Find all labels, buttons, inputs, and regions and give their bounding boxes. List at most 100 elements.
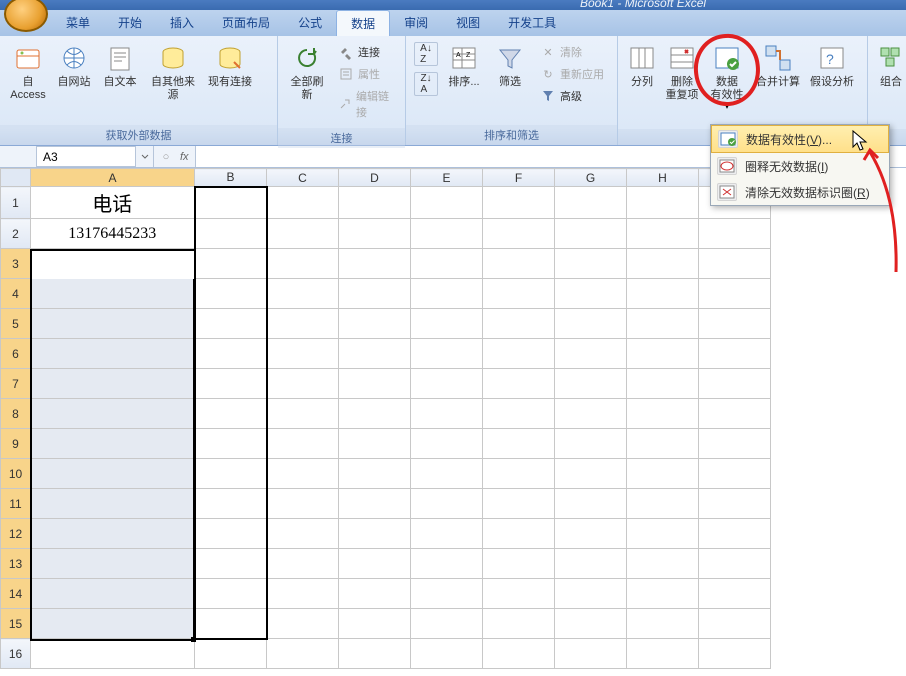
clear-filter-button[interactable]: ✕ 清除	[536, 42, 608, 62]
group-external-data-label: 获取外部数据	[0, 125, 277, 145]
clear-filter-label: 清除	[560, 44, 582, 60]
row-header-13[interactable]: 13	[1, 549, 31, 579]
office-button[interactable]	[4, 0, 48, 32]
validation-label: 数据 有效性	[711, 76, 744, 102]
fx-icon[interactable]: fx	[180, 151, 189, 163]
data-validation-button[interactable]: 数据 有效性 ▾	[704, 40, 750, 113]
edit-links-icon	[338, 96, 352, 112]
consolidate-button[interactable]: 合并计算	[752, 40, 804, 91]
tab-home[interactable]: 开始	[104, 10, 156, 36]
properties-label: 属性	[358, 66, 380, 82]
tab-developer[interactable]: 开发工具	[494, 10, 570, 36]
sort-desc-button[interactable]: Z↓A	[414, 72, 438, 96]
row-header-3[interactable]: 3	[1, 249, 31, 279]
filter-button[interactable]: 筛选	[488, 40, 532, 91]
dedup-icon	[666, 42, 698, 74]
row-header-11[interactable]: 11	[1, 489, 31, 519]
edit-links-button[interactable]: 编辑链接	[334, 86, 397, 122]
from-web-button[interactable]: 自网站	[52, 40, 96, 91]
svg-text:A: A	[456, 52, 461, 59]
connections-label: 连接	[358, 44, 380, 60]
group-icon	[875, 42, 906, 74]
name-box[interactable]: A3	[36, 146, 136, 167]
cell-A1[interactable]: 电话	[31, 187, 195, 219]
row-header-15[interactable]: 15	[1, 609, 31, 639]
tab-formulas[interactable]: 公式	[284, 10, 336, 36]
sort-asc-button[interactable]: A↓Z	[414, 42, 438, 66]
row-header-6[interactable]: 6	[1, 339, 31, 369]
tab-data[interactable]: 数据	[336, 10, 390, 36]
dedup-label: 删除 重复项	[666, 76, 699, 102]
existing-conn-button[interactable]: 现有连接	[204, 40, 256, 91]
svg-text:Z: Z	[466, 52, 471, 59]
properties-button[interactable]: 属性	[334, 64, 397, 84]
web-icon	[58, 42, 90, 74]
col-header-E[interactable]: E	[411, 169, 483, 187]
tab-pagelayout[interactable]: 页面布局	[208, 10, 284, 36]
group-label: 组合	[880, 76, 902, 89]
cell-A2[interactable]: 13176445233	[31, 219, 195, 249]
refresh-icon	[291, 42, 323, 74]
group-button[interactable]: 组合	[874, 40, 906, 91]
advanced-filter-label: 高级	[560, 88, 582, 104]
row-header-4[interactable]: 4	[1, 279, 31, 309]
cell-C1[interactable]	[267, 187, 339, 219]
col-header-F[interactable]: F	[483, 169, 555, 187]
tab-view[interactable]: 视图	[442, 10, 494, 36]
whatif-button[interactable]: ? 假设分析	[806, 40, 858, 91]
svg-text:?: ?	[826, 51, 834, 67]
group-sort-filter: A↓Z Z↓A AZ 排序... 筛选 ✕ 清除 ↻	[406, 36, 618, 145]
sort-desc-icon: Z↓A	[420, 73, 431, 95]
access-icon	[12, 42, 44, 74]
col-header-B[interactable]: B	[195, 169, 267, 187]
group-connections: 全部刷新 连接 属性 编辑链接 连接	[278, 36, 406, 145]
select-all-corner[interactable]	[1, 169, 31, 187]
row-header-10[interactable]: 10	[1, 459, 31, 489]
cell-A3[interactable]	[31, 249, 195, 279]
refresh-all-button[interactable]: 全部刷新	[284, 40, 330, 104]
col-header-C[interactable]: C	[267, 169, 339, 187]
from-other-button[interactable]: 自其他来源	[144, 40, 202, 104]
menu-data-validation[interactable]: 数据有效性(V)...	[711, 125, 889, 153]
from-text-button[interactable]: 自文本	[98, 40, 142, 91]
col-header-A[interactable]: A	[31, 169, 195, 187]
col-header-D[interactable]: D	[339, 169, 411, 187]
circle-icon	[717, 157, 737, 175]
refresh-all-label: 全部刷新	[286, 76, 328, 102]
clear-icon: ✕	[540, 44, 556, 60]
properties-icon	[338, 66, 354, 82]
row-header-14[interactable]: 14	[1, 579, 31, 609]
from-access-button[interactable]: 自 Access	[6, 40, 50, 104]
connections-button[interactable]: 连接	[334, 42, 397, 62]
row-header-8[interactable]: 8	[1, 399, 31, 429]
col-header-G[interactable]: G	[555, 169, 627, 187]
row-header-5[interactable]: 5	[1, 309, 31, 339]
consolidate-icon	[762, 42, 794, 74]
tab-insert[interactable]: 插入	[156, 10, 208, 36]
reapply-button[interactable]: ↻ 重新应用	[536, 64, 608, 84]
row-header-9[interactable]: 9	[1, 429, 31, 459]
sort-button[interactable]: AZ 排序...	[442, 40, 486, 91]
menu-circle-invalid[interactable]: 圈释无效数据(I)	[711, 153, 889, 179]
row-header-2[interactable]: 2	[1, 219, 31, 249]
cancel-icon[interactable]: ○	[160, 151, 172, 163]
text-to-columns-button[interactable]: 分列	[624, 40, 660, 91]
menu-clear-circles[interactable]: 清除无效数据标识圈(R)	[711, 179, 889, 205]
group-external-data: 自 Access 自网站 自文本 自其他来源 现有连接 获取外部数据	[0, 36, 278, 145]
advanced-filter-button[interactable]: 高级	[536, 86, 608, 106]
remove-dup-button[interactable]: 删除 重复项	[662, 40, 702, 104]
row-header-12[interactable]: 12	[1, 519, 31, 549]
col-header-H[interactable]: H	[627, 169, 699, 187]
row-header-1[interactable]: 1	[1, 187, 31, 219]
row-header-7[interactable]: 7	[1, 369, 31, 399]
tab-menu[interactable]: 菜单	[52, 10, 104, 36]
name-box-dropdown[interactable]	[136, 146, 154, 167]
formula-buttons: ○ fx	[154, 146, 195, 167]
grid[interactable]: A B C D E F G H I 1电话 213176445233 3 4 5…	[0, 168, 771, 669]
filter-icon	[494, 42, 526, 74]
tab-review[interactable]: 审阅	[390, 10, 442, 36]
row-header-16[interactable]: 16	[1, 639, 31, 669]
cell-B1[interactable]	[195, 187, 267, 219]
existing-conn-label: 现有连接	[208, 76, 252, 89]
worksheet[interactable]: A B C D E F G H I 1电话 213176445233 3 4 5…	[0, 168, 906, 676]
